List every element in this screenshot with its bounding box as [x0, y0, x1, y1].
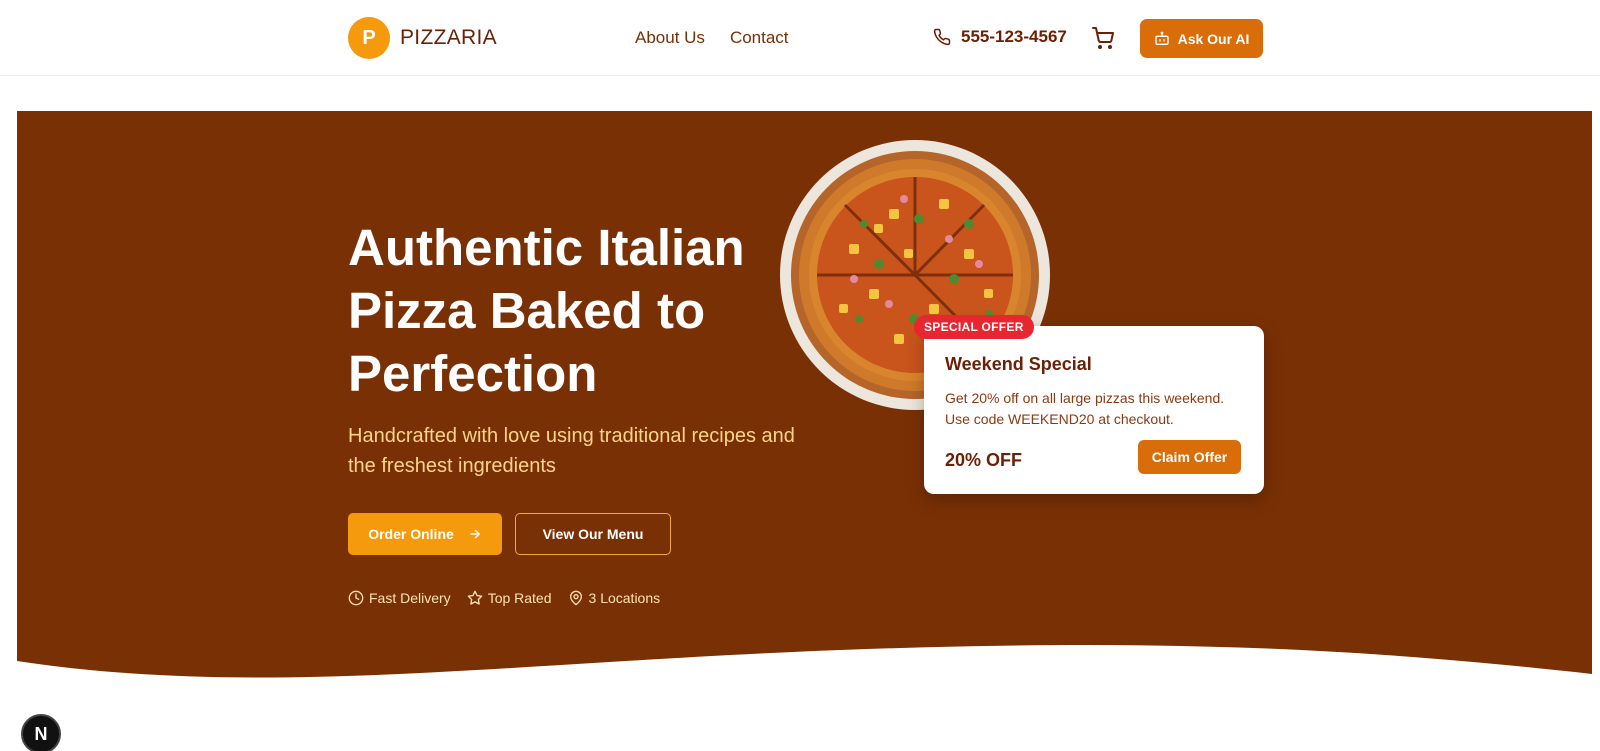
feature-label: 3 Locations: [588, 590, 661, 606]
arrow-right-icon: [469, 529, 480, 539]
special-offer-card: SPECIAL OFFER Weekend Special Get 20% of…: [914, 315, 1264, 494]
phone-link[interactable]: 555-123-4567: [933, 27, 1067, 47]
view-menu-button[interactable]: View Our Menu: [515, 513, 671, 555]
offer-discount: 20% OFF: [945, 450, 1023, 470]
view-menu-label: View Our Menu: [542, 526, 644, 542]
site-header: P PIZZARIA About Us Contact 555-123-4567…: [0, 0, 1600, 76]
hero-title: Authentic Italian Pizza Baked to Perfect…: [348, 219, 745, 402]
ask-ai-label: Ask Our AI: [1177, 30, 1250, 47]
map-pin-icon: [569, 590, 582, 606]
special-offer-badge: SPECIAL OFFER: [914, 315, 1034, 339]
brand-name: PIZZARIA: [400, 26, 497, 49]
phone-icon: [933, 28, 951, 46]
phone-number: 555-123-4567: [961, 27, 1067, 46]
feature-top-rated: Top Rated: [467, 590, 552, 606]
feature-label: Top Rated: [487, 590, 552, 606]
feature-locations: 3 Locations: [568, 590, 661, 606]
order-online-label: Order Online: [368, 526, 454, 542]
star-icon: [467, 590, 483, 605]
main-nav: About Us Contact: [635, 28, 789, 48]
hero-section: Authentic Italian Pizza Baked to Perfect…: [17, 111, 1592, 711]
feature-list: Fast Delivery Top Rated 3 Locations: [348, 590, 660, 606]
hero-subtitle: Handcrafted with love using traditional …: [348, 425, 795, 477]
order-online-button[interactable]: Order Online: [348, 513, 502, 555]
bot-icon: [1154, 31, 1169, 45]
logo-badge: P: [348, 17, 390, 59]
cart-button[interactable]: [1091, 26, 1117, 52]
feature-fast-delivery: Fast Delivery: [348, 590, 451, 606]
ask-ai-button[interactable]: Ask Our AI: [1140, 19, 1263, 58]
claim-offer-button[interactable]: Claim Offer: [1138, 440, 1241, 474]
offer-description: Get 20% off on all large pizzas this wee…: [945, 390, 1225, 427]
nav-about-us[interactable]: About Us: [635, 28, 705, 48]
cart-icon: [1092, 27, 1114, 49]
nav-contact[interactable]: Contact: [730, 28, 789, 48]
offer-title: Weekend Special: [945, 354, 1092, 374]
dev-tools-badge[interactable]: N: [21, 714, 61, 751]
clock-icon: [348, 590, 364, 606]
logo[interactable]: P PIZZARIA: [348, 17, 497, 59]
feature-label: Fast Delivery: [369, 590, 451, 606]
